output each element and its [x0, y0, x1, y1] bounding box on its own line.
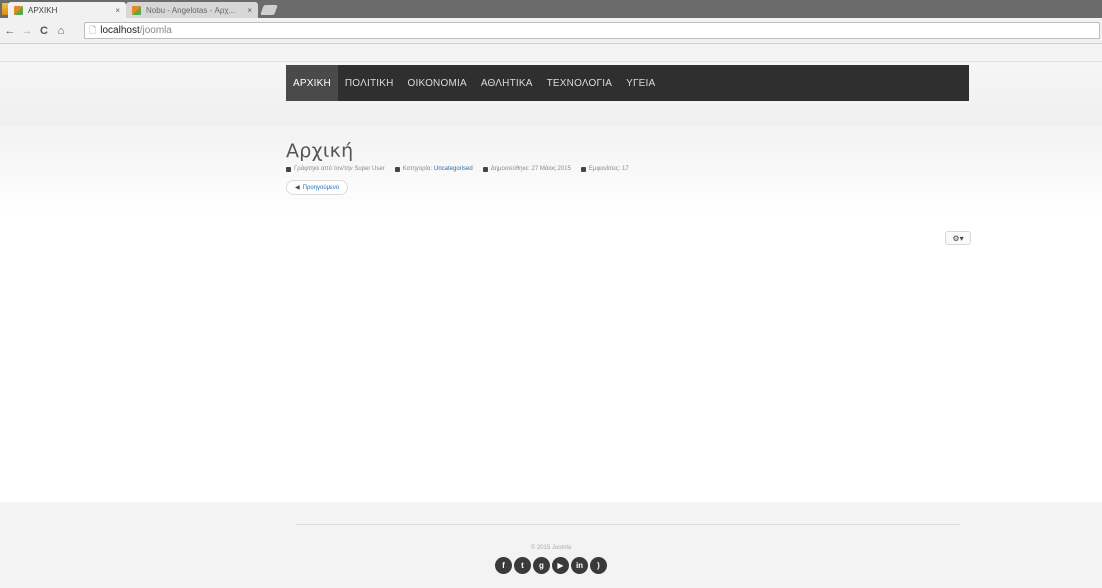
menu-item-technology[interactable]: ΤΕΧΝΟΛΟΓΙΑ [540, 65, 619, 101]
address-bar[interactable]: 🗋 localhost /joomla [84, 22, 1100, 39]
youtube-icon[interactable]: ▶ [552, 557, 569, 574]
tab-inactive[interactable]: Nobu - Angelotas - Αρχ... × [126, 2, 258, 18]
meta-author: Γράφτηκε από τον/την Super User [286, 166, 385, 172]
reload-button[interactable]: C [37, 25, 51, 37]
browser-toolbar: ← → C ⌂ 🗋 localhost /joomla [0, 18, 1102, 44]
linkedin-icon[interactable]: in [571, 557, 588, 574]
menu-item-politics[interactable]: ΠΟΛΙΤΙΚΗ [338, 65, 401, 101]
page-title: Αρχική [286, 140, 354, 162]
close-icon[interactable]: × [247, 6, 252, 15]
published-text: Δημοσιεύθηκε: 27 Μάιος 2015 [490, 166, 571, 172]
forward-button[interactable]: → [20, 25, 34, 37]
chevron-left-icon: ◀ [295, 185, 300, 191]
meta-published: Δημοσιεύθηκε: 27 Μάιος 2015 [482, 166, 571, 172]
home-button[interactable]: ⌂ [54, 25, 68, 37]
article-tools-button[interactable]: ⚙▾ [945, 231, 971, 245]
prev-label: Προηγούμενο [302, 185, 340, 191]
social-links: f t g ▶ in ) [0, 557, 1102, 574]
joomla-favicon-icon [14, 5, 23, 15]
tab-title: ΑΡΧΙΚΗ [28, 5, 58, 15]
browser-tabstrip: ΑΡΧΙΚΗ × Nobu - Angelotas - Αρχ... × [0, 0, 1102, 18]
footer-divider [296, 524, 960, 525]
footer: © 2015 Joomla f t g ▶ in ) [0, 502, 1102, 588]
eye-icon [580, 166, 586, 172]
main-menu: ΑΡΧΙΚΗ ΠΟΛΙΤΙΚΗ ΟΙΚΟΝΟΜΙΑ ΑΘΛΗΤΙΚΑ ΤΕΧΝΟ… [286, 65, 969, 101]
category-link[interactable]: Uncategorised [434, 166, 473, 172]
user-icon [286, 166, 291, 172]
meta-hits: Εμφανίσεις: 17 [580, 166, 629, 172]
article-meta: Γράφτηκε από τον/την Super User Κατηγορί… [286, 166, 969, 172]
category-label: Κατηγορία: [402, 166, 432, 172]
back-button[interactable]: ← [3, 25, 17, 37]
menu-item-health[interactable]: ΥΓΕΙΑ [619, 65, 662, 101]
new-tab-button[interactable] [260, 5, 278, 15]
page: ΑΡΧΙΚΗ ΠΟΛΙΤΙΚΗ ΟΙΚΟΝΟΜΙΑ ΑΘΛΗΤΙΚΑ ΤΕΧΝΟ… [0, 62, 1102, 588]
joomla-favicon-icon [132, 5, 141, 15]
close-icon[interactable]: × [115, 6, 120, 15]
facebook-icon[interactable]: f [495, 557, 512, 574]
author-text: Γράφτηκε από τον/την Super User [294, 166, 385, 172]
footer-copyright: © 2015 Joomla [530, 545, 572, 551]
address-path: /joomla [139, 25, 172, 36]
menu-item-home[interactable]: ΑΡΧΙΚΗ [286, 65, 338, 101]
menu-item-sports[interactable]: ΑΘΛΗΤΙΚΑ [474, 65, 540, 101]
address-host: localhost [100, 25, 140, 36]
page-icon: 🗋 [89, 24, 97, 35]
calendar-icon [482, 166, 488, 172]
article: Αρχική Γράφτηκε από τον/την Super User Κ… [286, 140, 969, 195]
bookmark-bar [0, 44, 1102, 62]
menu-item-economy[interactable]: ΟΙΚΟΝΟΜΙΑ [401, 65, 474, 101]
tab-active[interactable]: ΑΡΧΙΚΗ × [8, 2, 126, 18]
hits-text: Εμφανίσεις: 17 [588, 166, 629, 172]
google-plus-icon[interactable]: g [533, 557, 550, 574]
tab-title: Nobu - Angelotas - Αρχ... [146, 5, 236, 15]
rss-icon[interactable]: ) [590, 557, 607, 574]
meta-category: Κατηγορία: Uncategorised [394, 166, 473, 172]
twitter-icon[interactable]: t [514, 557, 531, 574]
prev-article-button[interactable]: ◀ Προηγούμενο [286, 180, 349, 195]
folder-icon [394, 166, 400, 172]
